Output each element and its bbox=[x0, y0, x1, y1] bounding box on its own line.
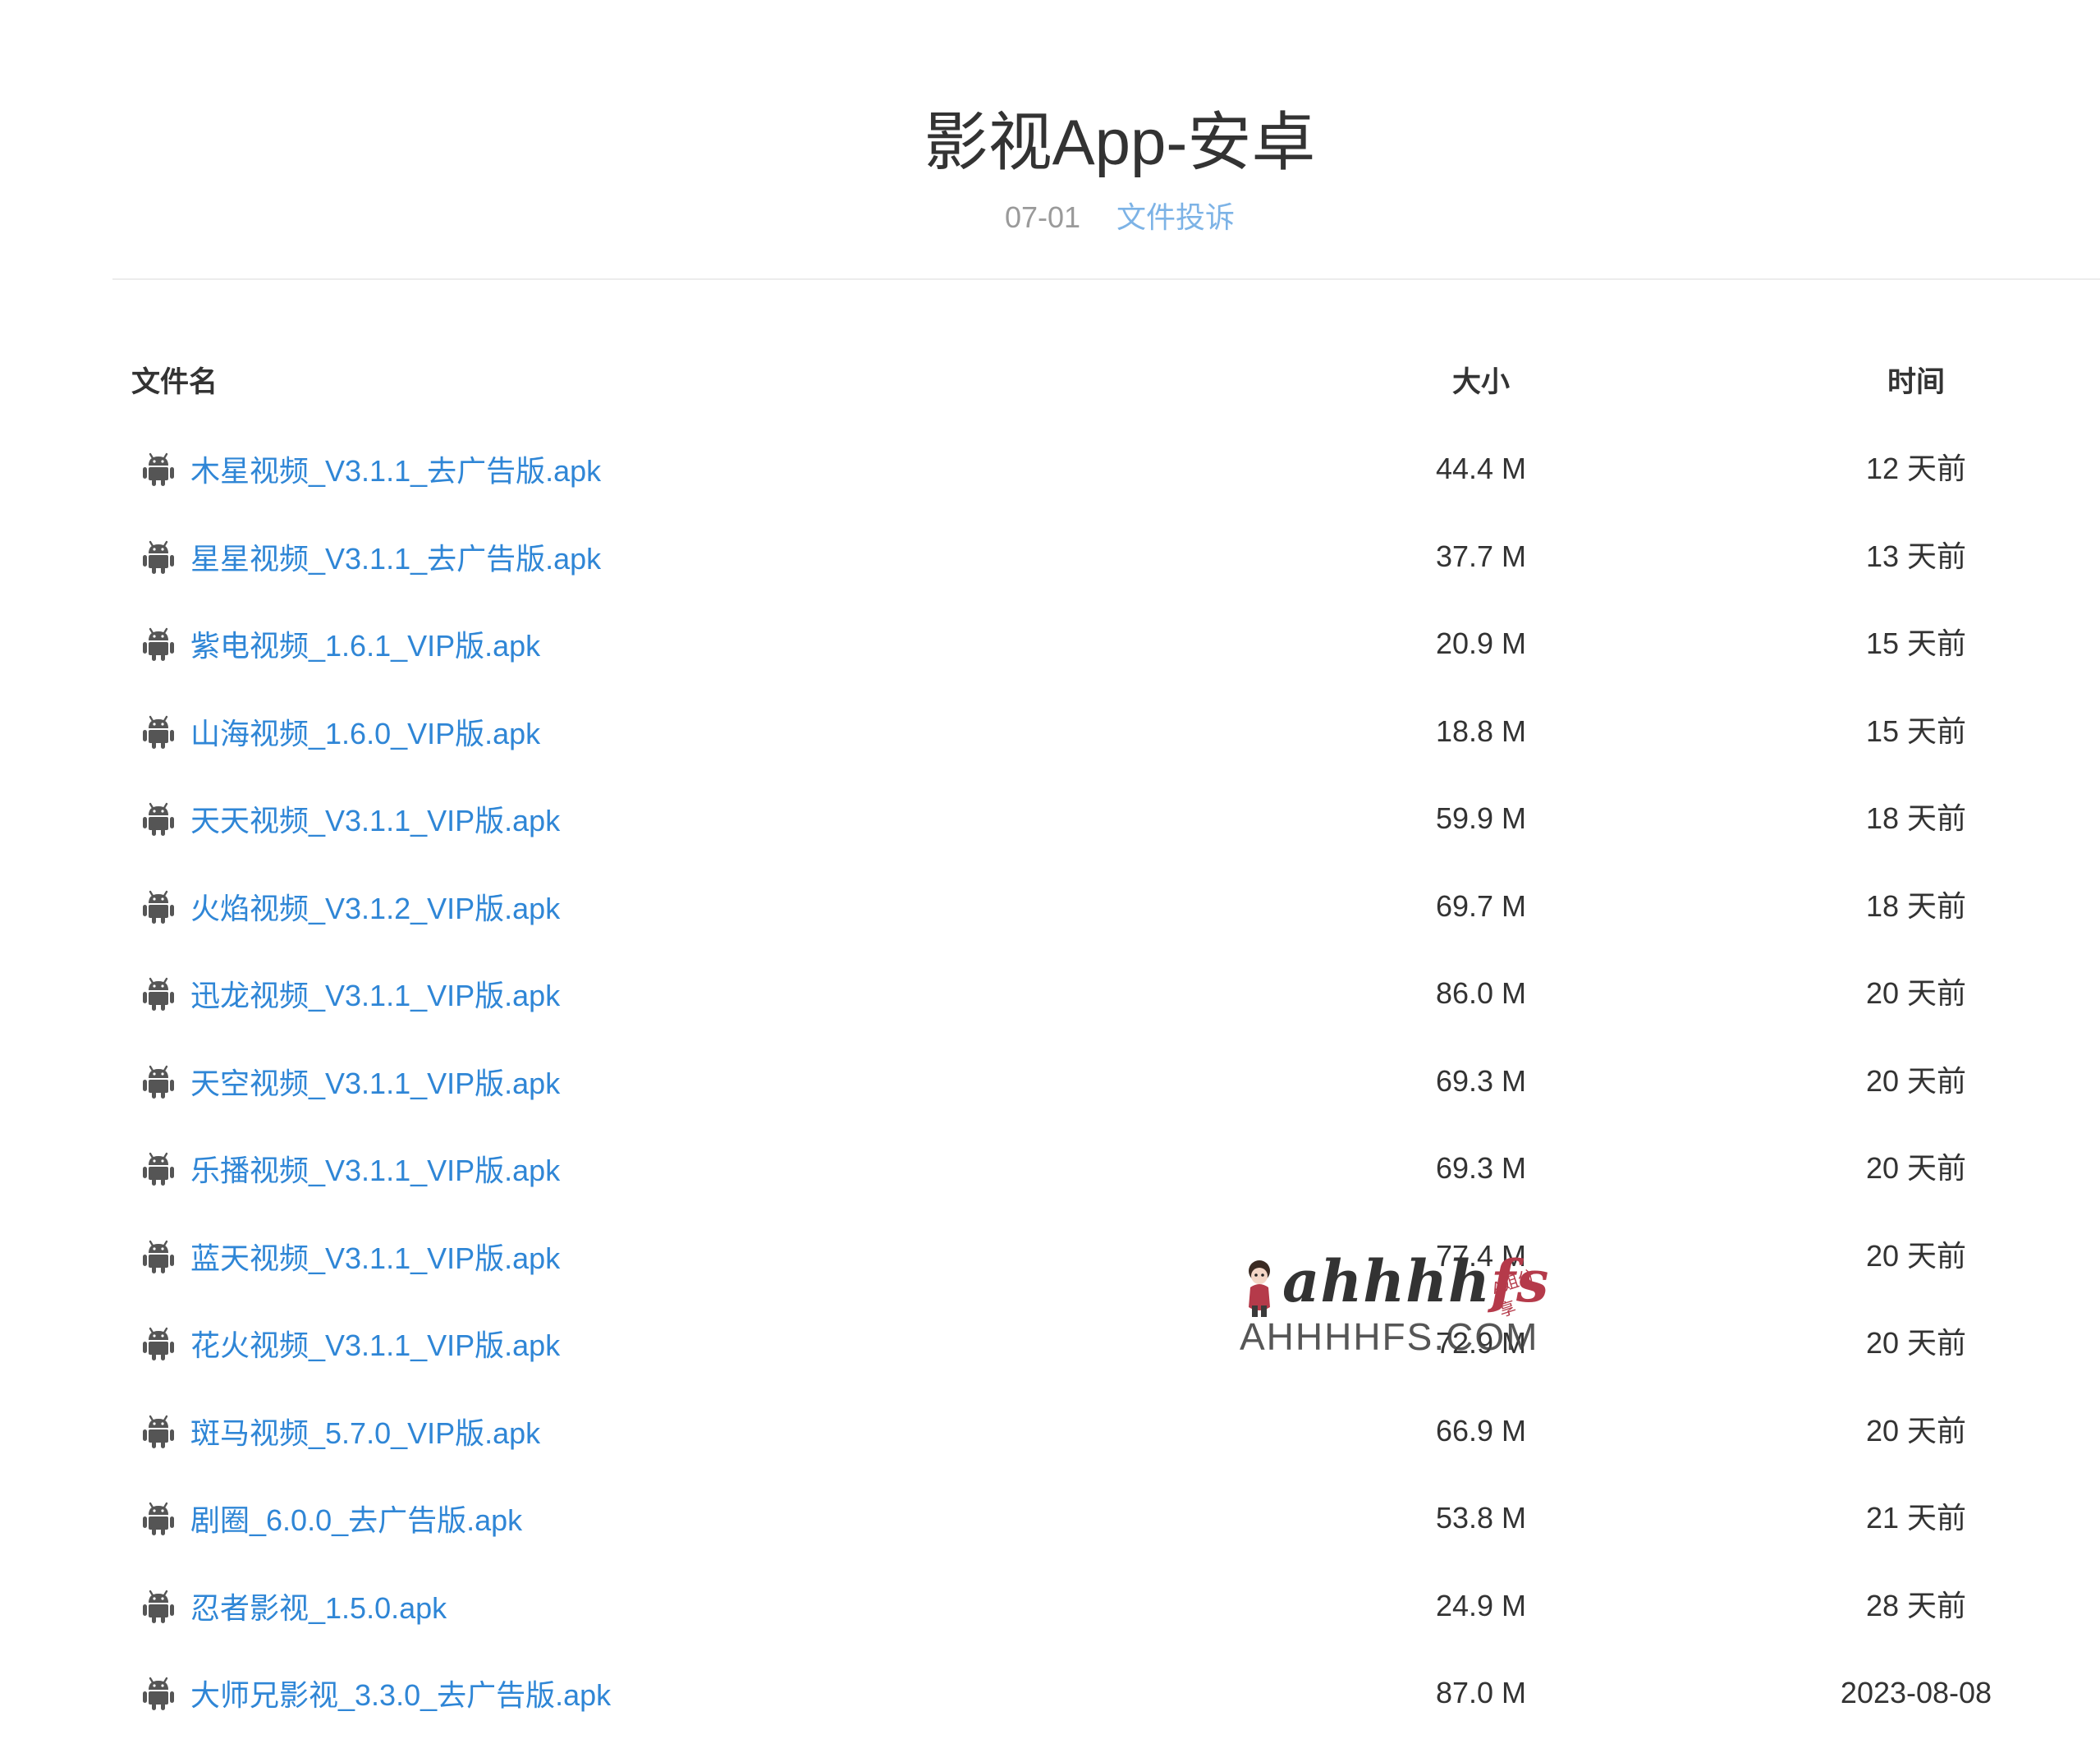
file-time: 13 天前 bbox=[1865, 539, 1967, 573]
table-row: 星星视频_V3.1.1_去广告版.apk 37.7 M 13 天前 bbox=[0, 513, 2100, 600]
android-icon bbox=[141, 888, 176, 925]
file-time: 20 天前 bbox=[1865, 976, 1967, 1010]
file-time: 18 天前 bbox=[1865, 888, 1967, 923]
file-time: 20 天前 bbox=[1865, 1063, 1967, 1098]
file-name: 木星视频_V3.1.1_去广告版.apk bbox=[190, 454, 602, 488]
table-row: 斑马视频_5.7.0_VIP版.apk 66.9 M 20 天前 bbox=[0, 1388, 2100, 1475]
android-icon bbox=[141, 713, 176, 750]
file-size: 20.9 M bbox=[1435, 626, 1527, 660]
file-size: 24.9 M bbox=[1435, 1588, 1527, 1622]
file-name: 山海视频_1.6.0_VIP版.apk bbox=[190, 716, 541, 750]
file-time: 28 天前 bbox=[1865, 1588, 1967, 1622]
file-name: 乐播视频_V3.1.1_VIP版.apk bbox=[190, 1154, 561, 1187]
file-name: 天空视频_V3.1.1_VIP版.apk bbox=[190, 1066, 561, 1100]
file-name: 紫电视频_1.6.1_VIP版.apk bbox=[190, 629, 541, 663]
file-size: 59.9 M bbox=[1435, 801, 1527, 835]
file-download-link[interactable]: 斑马视频_5.7.0_VIP版.apk bbox=[141, 1388, 540, 1475]
file-time: 20 天前 bbox=[1865, 1238, 1967, 1273]
table-row: 天天视频_V3.1.1_VIP版.apk 59.9 M 18 天前 bbox=[0, 775, 2100, 862]
android-icon bbox=[141, 1500, 176, 1536]
table-row: 天空视频_V3.1.1_VIP版.apk 69.3 M 20 天前 bbox=[0, 1038, 2100, 1125]
page-title: 影视App-安卓 bbox=[924, 106, 1316, 178]
android-icon bbox=[141, 975, 176, 1012]
android-icon bbox=[141, 801, 176, 837]
file-download-link[interactable]: 忍者影视_1.5.0.apk bbox=[141, 1562, 447, 1650]
table-row: 蓝天视频_V3.1.1_VIP版.apk 77.4 M 20 天前 bbox=[0, 1213, 2100, 1300]
file-size: 66.9 M bbox=[1435, 1413, 1527, 1448]
table-row: 山海视频_1.6.0_VIP版.apk 18.8 M 15 天前 bbox=[0, 688, 2100, 775]
android-icon bbox=[141, 1325, 176, 1361]
report-file-link[interactable]: 文件投诉 bbox=[1116, 200, 1235, 234]
file-download-link[interactable]: 火焰视频_V3.1.2_VIP版.apk bbox=[141, 863, 560, 950]
file-time: 12 天前 bbox=[1865, 452, 1967, 485]
android-icon bbox=[141, 451, 176, 487]
file-size: 44.4 M bbox=[1435, 452, 1527, 485]
file-download-link[interactable]: 木星视频_V3.1.1_去广告版.apk bbox=[141, 425, 601, 512]
file-time: 20 天前 bbox=[1865, 1413, 1967, 1448]
file-size: 69.7 M bbox=[1435, 888, 1527, 923]
file-download-link[interactable]: 迅龙视频_V3.1.1_VIP版.apk bbox=[141, 950, 560, 1037]
file-download-link[interactable]: 天天视频_V3.1.1_VIP版.apk bbox=[141, 775, 560, 862]
file-time: 15 天前 bbox=[1865, 626, 1967, 660]
file-download-link[interactable]: 大师兄影视_3.3.0_去广告版.apk bbox=[141, 1650, 611, 1737]
file-name: 大师兄影视_3.3.0_去广告版.apk bbox=[190, 1678, 612, 1712]
file-name: 星星视频_V3.1.1_去广告版.apk bbox=[190, 541, 602, 576]
file-size: 77.4 M bbox=[1435, 1238, 1527, 1273]
column-header-size[interactable]: 大小 bbox=[1346, 358, 1616, 407]
file-name: 迅龙视频_V3.1.1_VIP版.apk bbox=[190, 979, 561, 1012]
column-header-time[interactable]: 时间 bbox=[1781, 358, 2051, 407]
file-time: 20 天前 bbox=[1865, 1151, 1967, 1185]
file-download-link[interactable]: 山海视频_1.6.0_VIP版.apk bbox=[141, 688, 540, 775]
file-size: 18.8 M bbox=[1435, 713, 1527, 748]
file-name: 斑马视频_5.7.0_VIP版.apk bbox=[190, 1416, 541, 1450]
table-row: 剧圈_6.0.0_去广告版.apk 53.8 M 21 天前 bbox=[0, 1475, 2100, 1562]
file-download-link[interactable]: 天空视频_V3.1.1_VIP版.apk bbox=[141, 1038, 560, 1125]
table-row: 乐播视频_V3.1.1_VIP版.apk 69.3 M 20 天前 bbox=[0, 1125, 2100, 1212]
file-name: 忍者影视_1.5.0.apk bbox=[190, 1590, 447, 1625]
file-size: 69.3 M bbox=[1435, 1063, 1527, 1098]
table-row: 忍者影视_1.5.0.apk 24.9 M 28 天前 bbox=[0, 1562, 2100, 1650]
table-row: 花火视频_V3.1.1_VIP版.apk 72.9 M 20 天前 bbox=[0, 1300, 2100, 1387]
file-size: 72.9 M bbox=[1435, 1326, 1527, 1360]
android-icon bbox=[141, 1238, 176, 1274]
android-icon bbox=[141, 1150, 176, 1186]
android-icon bbox=[141, 1588, 176, 1624]
android-icon bbox=[141, 626, 176, 662]
table-row: 迅龙视频_V3.1.1_VIP版.apk 86.0 M 20 天前 bbox=[0, 950, 2100, 1037]
file-name: 花火视频_V3.1.1_VIP版.apk bbox=[190, 1328, 561, 1362]
file-size: 86.0 M bbox=[1435, 976, 1527, 1010]
table-row: 大师兄影视_3.3.0_去广告版.apk 87.0 M 2023-08-08 bbox=[0, 1650, 2100, 1737]
header-divider bbox=[112, 278, 2100, 280]
table-row: 紫电视频_1.6.1_VIP版.apk 20.9 M 15 天前 bbox=[0, 600, 2100, 687]
file-time: 18 天前 bbox=[1865, 801, 1967, 835]
file-name: 蓝天视频_V3.1.1_VIP版.apk bbox=[190, 1241, 561, 1275]
file-download-link[interactable]: 紫电视频_1.6.1_VIP版.apk bbox=[141, 600, 540, 687]
publish-date: 07-01 bbox=[1004, 200, 1081, 234]
android-icon bbox=[141, 1063, 176, 1099]
android-icon bbox=[141, 1413, 176, 1449]
android-icon bbox=[141, 1675, 176, 1711]
file-download-link[interactable]: 乐播视频_V3.1.1_VIP版.apk bbox=[141, 1125, 560, 1212]
table-row: 火焰视频_V3.1.2_VIP版.apk 69.7 M 18 天前 bbox=[0, 863, 2100, 950]
file-size: 69.3 M bbox=[1435, 1151, 1527, 1185]
android-icon bbox=[141, 539, 176, 575]
file-name: 天天视频_V3.1.1_VIP版.apk bbox=[190, 804, 561, 837]
table-row: 木星视频_V3.1.1_去广告版.apk 44.4 M 12 天前 bbox=[0, 425, 2100, 512]
file-download-link[interactable]: 蓝天视频_V3.1.1_VIP版.apk bbox=[141, 1213, 560, 1300]
page-meta: 07-01 文件投诉 bbox=[0, 195, 2100, 240]
file-time: 2023-08-08 bbox=[1840, 1676, 1992, 1709]
file-size: 37.7 M bbox=[1435, 539, 1527, 573]
file-size: 53.8 M bbox=[1435, 1501, 1527, 1535]
file-name: 火焰视频_V3.1.2_VIP版.apk bbox=[190, 891, 561, 925]
file-size: 87.0 M bbox=[1435, 1676, 1527, 1709]
column-header-name[interactable]: 文件名 bbox=[131, 358, 218, 407]
file-time: 20 天前 bbox=[1865, 1326, 1967, 1360]
file-name: 剧圈_6.0.0_去广告版.apk bbox=[190, 1503, 523, 1537]
file-download-link[interactable]: 剧圈_6.0.0_去广告版.apk bbox=[141, 1475, 522, 1562]
file-time: 15 天前 bbox=[1865, 713, 1967, 748]
file-download-link[interactable]: 花火视频_V3.1.1_VIP版.apk bbox=[141, 1300, 560, 1387]
file-time: 21 天前 bbox=[1865, 1501, 1967, 1535]
file-download-link[interactable]: 星星视频_V3.1.1_去广告版.apk bbox=[141, 513, 601, 600]
